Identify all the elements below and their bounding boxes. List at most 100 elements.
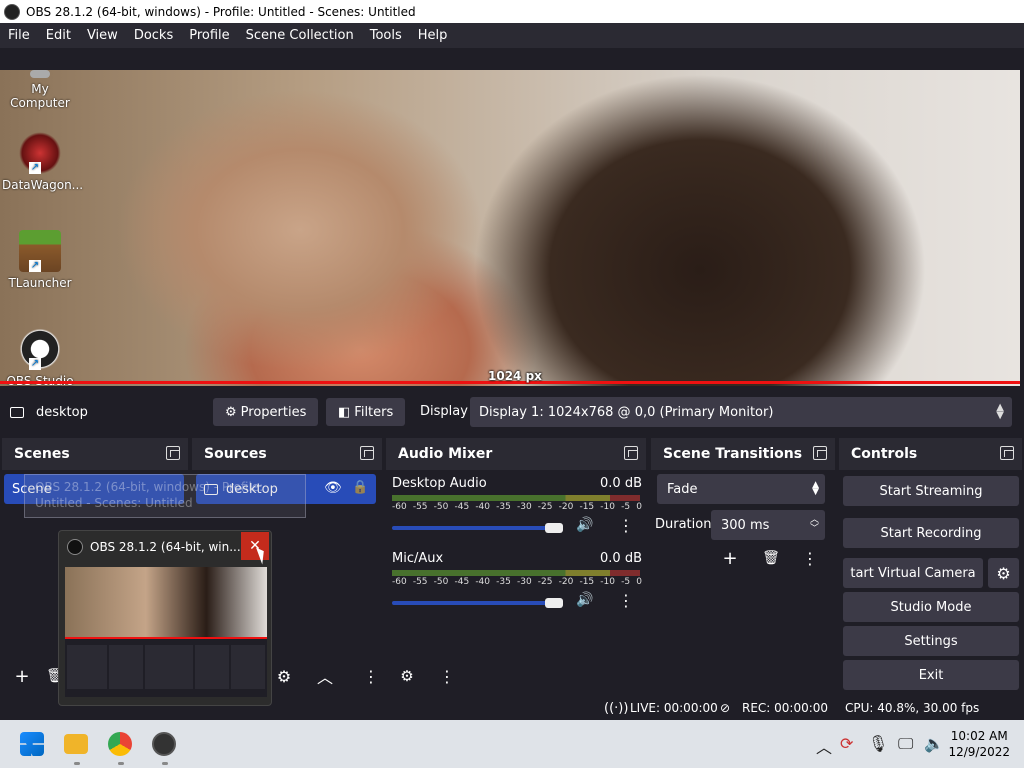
taskbar-thumbnail-popup[interactable]: OBS 28.1.2 (64-bit, win... ✕ [58,530,272,706]
more-options-icon[interactable]: ⋮ [432,662,462,690]
audio-mixer-dock: Audio Mixer Desktop Audio 0.0 dB -60 -55-… [386,438,646,696]
menu-edit[interactable]: Edit [38,23,79,48]
volume-meter [392,495,640,501]
transition-select[interactable]: Fade ▲ ▼ [657,474,825,504]
remove-transition-button[interactable]: 🗑 [756,544,786,572]
speaker-icon[interactable]: 🔊 [576,517,593,533]
cpu-status: CPU: 40.8%, 30.00 fps [845,701,980,715]
rec-status: REC: 00:00:00 [742,701,829,715]
scene-transitions-body: Fade ▲ ▼ Duration 300 ms ︿ ﹀ + 🗑 ⋮ [651,470,835,696]
channel-name: Mic/Aux [392,551,444,566]
filters-button[interactable]: ◧ Filters [326,398,406,426]
gear-icon: ⚙ [225,404,237,420]
duration-label: Duration [655,517,712,532]
settings-button[interactable]: Settings [843,626,1019,656]
undock-icon[interactable] [813,446,827,460]
datawagon-icon: ↗ [19,132,61,174]
audio-channel-desktop: Desktop Audio 0.0 dB -60 -55 -50 -45 -40 -35-… [392,476,642,512]
windows-taskbar: ︿ ⟳ 🎙 🖵 🔈 10:02 AM 12/9/2022 [0,720,1024,768]
clock-date: 12/9/2022 [948,745,1010,759]
chrome-icon[interactable] [108,732,132,756]
exit-button[interactable]: Exit [843,660,1019,690]
start-virtual-camera-button[interactable]: tart Virtual Camera [843,558,983,588]
volume-slider-mic[interactable] [392,601,562,605]
thumbnail-title: OBS 28.1.2 (64-bit, win... [90,540,241,554]
more-options-icon[interactable]: ⋮ [618,516,634,535]
file-explorer-icon[interactable] [64,734,88,754]
obs-taskbar-icon[interactable] [152,732,176,756]
desktop-icon-obs-studio: ↗ OBS Studio [2,328,78,386]
advanced-audio-gear-icon[interactable]: ⚙ [392,662,422,690]
preview-canvas[interactable]: My Computer ↗ DataWagon... ↗ TLauncher ↗… [0,70,1020,386]
display-select[interactable]: Display 1: 1024x768 @ 0,0 (Primary Monit… [470,397,1012,427]
scenes-dock-header: Scenes [2,438,188,470]
window-title: OBS 28.1.2 (64-bit, windows) - Profile: … [26,4,416,19]
undock-icon[interactable] [1000,446,1014,460]
desktop-icon-tlauncher: ↗ TLauncher [2,230,78,290]
channel-name: Desktop Audio [392,476,487,491]
updown-arrows-icon: ▲ ▼ [996,402,1004,421]
studio-mode-button[interactable]: Studio Mode [843,592,1019,622]
volume-icon[interactable]: 🔈 [924,734,944,753]
menu-profile[interactable]: Profile [181,23,237,48]
obs-logo-icon [67,539,83,555]
undock-icon[interactable] [360,446,374,460]
source-properties-gear-icon[interactable]: ⚙ [269,662,299,690]
undock-icon[interactable] [624,446,638,460]
stream-signal-icon: ((·)) [604,701,629,716]
sync-icon[interactable]: ⟳ [840,734,853,753]
updown-arrows-icon: ▲ ▼ [812,480,819,497]
menu-file[interactable]: File [0,23,38,48]
scene-transitions-dock: Scene Transitions Fade ▲ ▼ Duration 300 m… [651,438,835,696]
selected-source: desktop [10,405,210,420]
channel-level: 0.0 dB [600,476,642,491]
add-scene-button[interactable]: + [7,662,37,690]
properties-button[interactable]: ⚙ Properties [213,398,319,426]
title-bar: OBS 28.1.2 (64-bit, windows) - Profile: … [0,0,1024,23]
menu-bar: File Edit View Docks Profile Scene Colle… [0,23,1024,48]
volume-slider-thumb[interactable] [544,523,563,533]
volume-slider-desktop[interactable] [392,526,562,530]
preview-size-label: 1024 px [488,369,542,383]
desktop-icon-my-computer: My Computer [2,70,78,110]
tlauncher-icon: ↗ [19,230,61,272]
network-icon[interactable]: 🖵 [898,734,913,754]
volume-slider-thumb[interactable] [544,598,563,608]
more-options-icon[interactable]: ⋮ [795,544,825,572]
virtual-camera-settings-gear-icon[interactable]: ⚙ [988,558,1019,588]
move-up-chevron-icon[interactable]: ︿ [310,662,340,690]
chevron-up-icon[interactable]: ︿ [816,734,832,758]
computer-icon [30,70,50,78]
undock-icon[interactable] [166,446,180,460]
obs-studio-icon: ↗ [19,328,61,370]
menu-view[interactable]: View [79,23,126,48]
menu-scene-collection[interactable]: Scene Collection [238,23,362,48]
more-options-icon[interactable]: ⋮ [356,662,386,690]
windows-start-icon[interactable] [20,732,44,756]
menu-docks[interactable]: Docks [126,23,181,48]
menu-help[interactable]: Help [410,23,456,48]
desktop-icon-datawagon: ↗ DataWagon... [2,132,83,192]
spin-arrows-icon[interactable]: ︿ ﹀ [810,516,819,534]
system-clock[interactable]: 10:02 AM 12/9/2022 [948,728,1010,760]
thumbnail-preview[interactable] [65,567,267,697]
start-streaming-button[interactable]: Start Streaming [843,476,1019,506]
speaker-icon[interactable]: 🔊 [576,592,593,608]
start-recording-button[interactable]: Start Recording [843,518,1019,548]
audio-mixer-header: Audio Mixer [386,438,646,470]
channel-level: 0.0 dB [600,551,642,566]
more-options-icon[interactable]: ⋮ [618,591,634,610]
audio-mixer-body: Desktop Audio 0.0 dB -60 -55 -50 -45 -40 -35-… [386,470,646,696]
filter-icon: ◧ [338,404,351,420]
meter-ticks: -60 -55 -50 -45 -40 -35 -30 -25 -20 -15 -10 -5 0 [392,577,642,587]
lock-icon[interactable]: 🔒 [352,480,368,495]
record-off-icon: ⊘ [720,701,731,715]
meter-ticks: -60 -55 -50 -45 -40 -35 -30 -25 -20 -15 -10 -5 0 [392,502,642,512]
duration-spinbox[interactable]: 300 ms ︿ ﹀ [711,510,825,540]
menu-tools[interactable]: Tools [362,23,410,48]
add-transition-button[interactable]: + [715,544,745,572]
display-label: Display [420,404,468,419]
microphone-icon[interactable]: 🎙 [868,734,888,753]
eye-icon[interactable]: 👁 [324,480,342,496]
controls-header: Controls [839,438,1022,470]
